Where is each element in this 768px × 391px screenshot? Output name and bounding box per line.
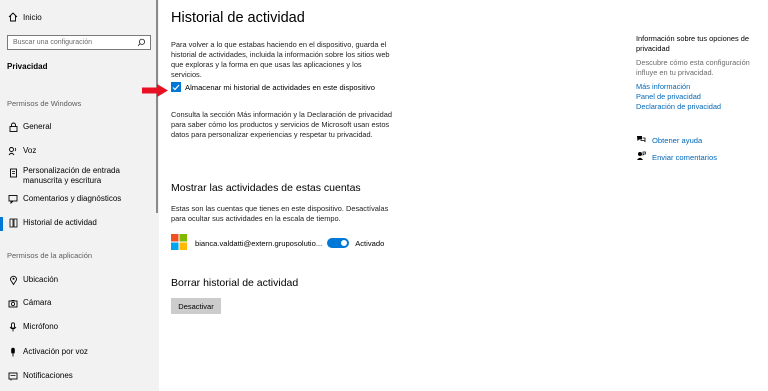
store-history-checkbox[interactable] <box>171 82 181 92</box>
get-help-row[interactable]: Obtener ayuda <box>636 135 702 146</box>
sidebar-item-label: Micrófono <box>23 322 59 331</box>
sidebar-item-voice-activation[interactable]: Activación por voz <box>7 347 155 357</box>
group-label-windows: Permisos de Windows <box>7 99 82 108</box>
sidebar-item-location[interactable]: Ubicación <box>7 275 155 285</box>
sidebar-item-general[interactable]: General <box>7 122 155 132</box>
search-placeholder: Buscar una configuración <box>13 39 92 46</box>
link-privacy-statement[interactable]: Declaración de privacidad <box>636 102 721 112</box>
sidebar-scrollbar[interactable] <box>156 0 158 213</box>
home-label: Inicio <box>23 12 42 22</box>
help-icon <box>636 135 652 146</box>
microsoft-logo-icon <box>171 234 187 252</box>
microphone-icon <box>7 322 19 332</box>
sidebar-item-camera[interactable]: Cámara <box>7 298 155 308</box>
lock-icon <box>7 122 19 132</box>
sidebar-section-title: Privacidad <box>7 62 48 71</box>
accounts-heading: Mostrar las actividades de estas cuentas <box>171 182 361 194</box>
sidebar-item-label: Comentarios y diagnósticos <box>23 194 122 203</box>
clear-history-heading: Borrar historial de actividad <box>171 277 299 289</box>
toggle-knob <box>341 240 348 246</box>
intro-text: Para volver a lo que estabas haciendo en… <box>171 40 390 79</box>
sidebar-item-label: Activación por voz <box>23 347 88 356</box>
privacy-info-text: Consulta la sección Más información y la… <box>171 110 393 139</box>
send-feedback-link[interactable]: Enviar comentarios <box>652 153 717 162</box>
speech-icon <box>7 146 19 156</box>
get-help-link[interactable]: Obtener ayuda <box>652 136 702 145</box>
clear-history-button[interactable]: Desactivar <box>171 298 221 314</box>
account-row: bianca.valdatti@extern.gruposolutio... A… <box>171 234 384 252</box>
nav-home[interactable]: Inicio <box>7 12 42 22</box>
accounts-description: Estas son las cuentas que tienes en este… <box>171 204 389 223</box>
sidebar-item-label: Voz <box>23 146 37 155</box>
checkmark-icon <box>172 84 180 90</box>
feedback-person-icon <box>636 151 652 163</box>
send-feedback-row[interactable]: Enviar comentarios <box>636 151 717 163</box>
link-privacy-dashboard[interactable]: Panel de privacidad <box>636 92 701 102</box>
account-email: bianca.valdatti@extern.gruposolutio... <box>195 238 323 248</box>
pen-icon <box>7 168 19 178</box>
sidebar-item-inking-typing[interactable]: Personalización de entrada manuscrita y … <box>7 166 155 186</box>
store-history-checkbox-row[interactable]: Almacenar mi historial de actividades en… <box>171 82 375 92</box>
sidebar-item-voz[interactable]: Voz <box>7 146 155 156</box>
sidebar-item-label: Ubicación <box>23 275 59 284</box>
sidebar-item-label: Historial de actividad <box>23 218 97 227</box>
sidebar-item-label: Cámara <box>23 298 52 307</box>
active-indicator <box>0 217 3 231</box>
red-arrow-annotation <box>142 84 168 97</box>
sidebar-item-label: General <box>23 122 52 131</box>
account-toggle-state: Activado <box>355 238 385 248</box>
history-icon <box>7 218 19 228</box>
link-more-info[interactable]: Más información <box>636 82 690 92</box>
feedback-icon <box>7 194 19 204</box>
location-icon <box>7 275 19 285</box>
group-label-apps: Permisos de la aplicación <box>7 251 93 260</box>
sidebar-item-activity-history[interactable]: Historial de actividad <box>7 218 155 228</box>
camera-icon <box>7 299 19 308</box>
info-description: Descubre cómo esta configuración influye… <box>636 58 750 77</box>
search-icon[interactable] <box>137 38 146 49</box>
account-toggle[interactable] <box>327 238 350 248</box>
store-history-label: Almacenar mi historial de actividades en… <box>185 82 375 92</box>
sidebar-item-label: Notificaciones <box>23 371 73 380</box>
sidebar-item-label: Personalización de entrada manuscrita y … <box>23 166 120 185</box>
search-input[interactable]: Buscar una configuración <box>7 35 151 50</box>
sidebar-item-feedback[interactable]: Comentarios y diagnósticos <box>7 194 155 204</box>
page-title: Historial de actividad <box>171 10 305 26</box>
home-icon <box>7 12 19 22</box>
sidebar-item-notifications[interactable]: Notificaciones <box>7 371 155 381</box>
sidebar-item-microphone[interactable]: Micrófono <box>7 322 155 332</box>
info-heading: Información sobre tus opciones de privac… <box>636 34 749 53</box>
notification-icon <box>7 372 19 381</box>
voice-activation-icon <box>7 347 19 357</box>
